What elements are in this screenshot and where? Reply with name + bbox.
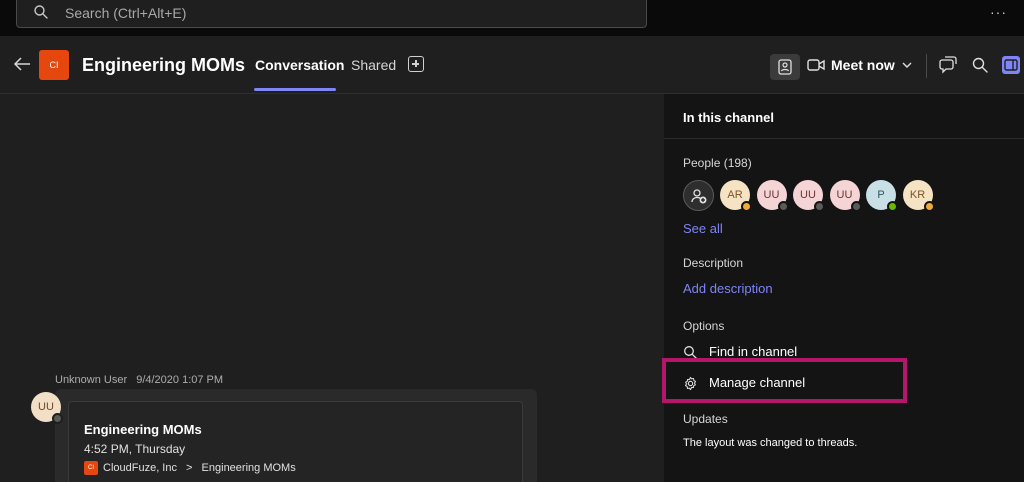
search-icon: [34, 5, 48, 19]
presence-offline-icon: [777, 201, 789, 212]
back-arrow-icon[interactable]: [12, 54, 32, 74]
panel-divider: [664, 138, 1024, 139]
post-meta: Unknown User 9/4/2020 1:07 PM: [55, 374, 223, 386]
title-bar: Search (Ctrl+Alt+E) ···: [0, 0, 1024, 36]
description-label: Description: [683, 256, 744, 270]
channel-header: CI Engineering MOMs Conversation Shared …: [0, 36, 1024, 94]
options-label: Options: [683, 319, 725, 333]
presence-away-icon: [923, 201, 935, 212]
conversation-icon[interactable]: [939, 56, 957, 74]
header-divider: [926, 54, 927, 78]
person-avatar[interactable]: UU: [793, 180, 825, 212]
search-box[interactable]: Search (Ctrl+Alt+E): [16, 0, 647, 28]
person-avatar[interactable]: UU: [829, 180, 862, 212]
person-initials: UU: [836, 189, 853, 201]
meet-now-button[interactable]: Meet now: [831, 57, 895, 73]
add-people-button[interactable]: [683, 180, 714, 211]
person-avatar[interactable]: KR: [902, 180, 935, 212]
presence-offline-icon: [52, 413, 63, 424]
post-card[interactable]: Engineering MOMs 4:52 PM, Thursday CI Cl…: [55, 389, 537, 482]
conversation-pane: Unknown User 9/4/2020 1:07 PM Engineerin…: [0, 94, 664, 482]
panel-title: In this channel: [683, 110, 775, 125]
breadcrumb-team[interactable]: CloudFuze, Inc: [103, 462, 177, 474]
find-in-channel-label: Find in channel: [709, 344, 798, 359]
post-timestamp: 9/4/2020 1:07 PM: [136, 374, 224, 386]
person-initials: UU: [800, 189, 816, 201]
meeting-title: Engineering MOMs: [84, 422, 202, 437]
chevron-down-icon[interactable]: [902, 60, 912, 70]
avatar[interactable]: UU: [31, 392, 63, 424]
side-panel-icon: [1004, 59, 1018, 71]
channel-info-panel: In this channel People (198) AR UU UU UU P KR…: [662, 94, 1024, 482]
people-label: People (198): [683, 156, 752, 170]
person-initials: P: [877, 189, 885, 201]
add-description-link[interactable]: Add description: [683, 281, 773, 296]
person-initials: UU: [763, 189, 780, 201]
video-camera-icon[interactable]: [807, 58, 825, 72]
add-tab-icon[interactable]: [408, 56, 424, 72]
avatar-initials: UU: [38, 401, 54, 413]
presence-offline-icon: [850, 201, 862, 212]
person-avatar[interactable]: AR: [720, 180, 752, 212]
presence-available-icon: [887, 201, 898, 212]
tab-conversation[interactable]: Conversation: [255, 57, 344, 73]
search-input[interactable]: Search (Ctrl+Alt+E): [65, 5, 186, 21]
person-avatar[interactable]: UU: [756, 180, 789, 212]
team-icon: CI: [84, 461, 98, 475]
person-avatar[interactable]: P: [866, 180, 898, 212]
breadcrumb-separator: >: [186, 462, 193, 474]
meeting-card[interactable]: Engineering MOMs 4:52 PM, Thursday CI Cl…: [68, 401, 523, 482]
post-author: Unknown User: [55, 374, 128, 386]
tab-shared[interactable]: Shared: [351, 57, 396, 73]
breadcrumb-channel[interactable]: Engineering MOMs: [202, 462, 296, 474]
more-options-icon[interactable]: ···: [990, 4, 1007, 20]
channel-info-button[interactable]: [770, 54, 800, 80]
breadcrumb: CloudFuze, Inc > Engineering MOMs: [103, 462, 296, 474]
contact-card-icon: [778, 59, 792, 75]
highlight-box: [662, 358, 907, 403]
updates-label: Updates: [683, 412, 728, 426]
team-avatar[interactable]: CI: [39, 50, 69, 80]
channel-panel-toggle[interactable]: [1002, 56, 1020, 74]
search-icon[interactable]: [971, 56, 989, 74]
presence-away-icon: [741, 201, 752, 212]
presence-offline-icon: [814, 201, 825, 212]
active-tab-indicator: [254, 88, 336, 91]
see-all-link[interactable]: See all: [683, 221, 723, 236]
meeting-time: 4:52 PM, Thursday: [84, 442, 186, 456]
updates-text: The layout was changed to threads.: [683, 437, 858, 449]
channel-title: Engineering MOMs: [82, 55, 246, 75]
person-initials: AR: [727, 189, 743, 201]
add-people-icon: [691, 189, 707, 204]
person-initials: KR: [909, 189, 926, 201]
